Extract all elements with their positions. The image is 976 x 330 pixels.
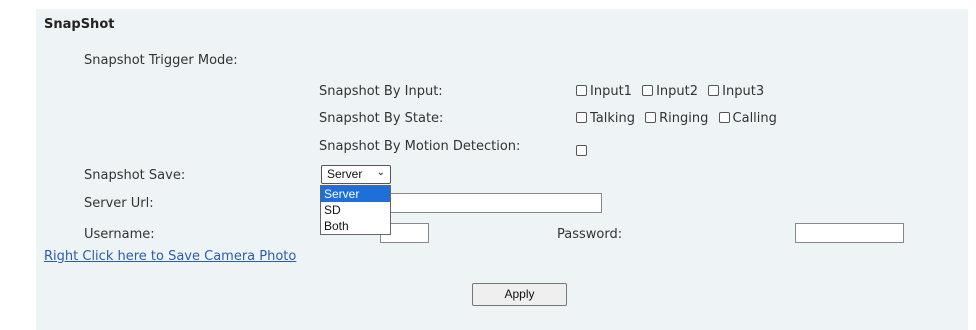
talking-checkbox[interactable]: Talking [576, 111, 635, 126]
option-both[interactable]: Both [321, 218, 390, 234]
password-label: Password: [557, 227, 623, 242]
input3-checkbox[interactable]: Input3 [708, 84, 764, 99]
chevron-down-icon: ⌄ [376, 167, 385, 178]
checkbox-icon[interactable] [708, 85, 720, 96]
section-title: SnapShot [44, 17, 115, 32]
trigger-mode-label: Snapshot Trigger Mode: [84, 53, 238, 68]
option-server[interactable]: Server [321, 186, 390, 202]
snapshot-by-input-group: Input1 Input2 Input3 [576, 84, 770, 99]
server-url-input[interactable] [380, 193, 602, 213]
snapshot-by-state-group: Talking Ringing Calling [576, 111, 783, 126]
snapshot-by-input-label: Snapshot By Input: [319, 84, 443, 99]
save-camera-photo-link[interactable]: Right Click here to Save Camera Photo [44, 249, 296, 264]
checkbox-icon[interactable] [718, 112, 730, 123]
motion-detection-checkbox[interactable] [576, 140, 590, 159]
apply-button[interactable]: Apply [472, 283, 567, 306]
checkbox-icon[interactable] [576, 112, 587, 123]
checkbox-icon[interactable] [642, 85, 654, 96]
option-sd[interactable]: SD [321, 202, 390, 218]
input2-checkbox[interactable]: Input2 [642, 84, 698, 99]
snapshot-by-state-label: Snapshot By State: [319, 111, 444, 126]
ringing-checkbox[interactable]: Ringing [645, 111, 708, 126]
checkbox-icon[interactable] [645, 112, 657, 123]
checkbox-icon[interactable] [576, 85, 587, 96]
snapshot-save-select[interactable]: Server ⌄ [321, 165, 391, 184]
snapshot-by-motion-label: Snapshot By Motion Detection: [319, 139, 521, 154]
input1-checkbox[interactable]: Input1 [576, 84, 632, 99]
server-url-label: Server Url: [84, 196, 154, 211]
checkbox-icon[interactable] [576, 145, 587, 156]
calling-checkbox[interactable]: Calling [718, 111, 777, 126]
username-label: Username: [84, 227, 155, 242]
snapshot-save-label: Snapshot Save: [84, 168, 186, 183]
password-input[interactable] [795, 223, 904, 243]
snapshot-save-dropdown: Server SD Both [320, 185, 391, 235]
